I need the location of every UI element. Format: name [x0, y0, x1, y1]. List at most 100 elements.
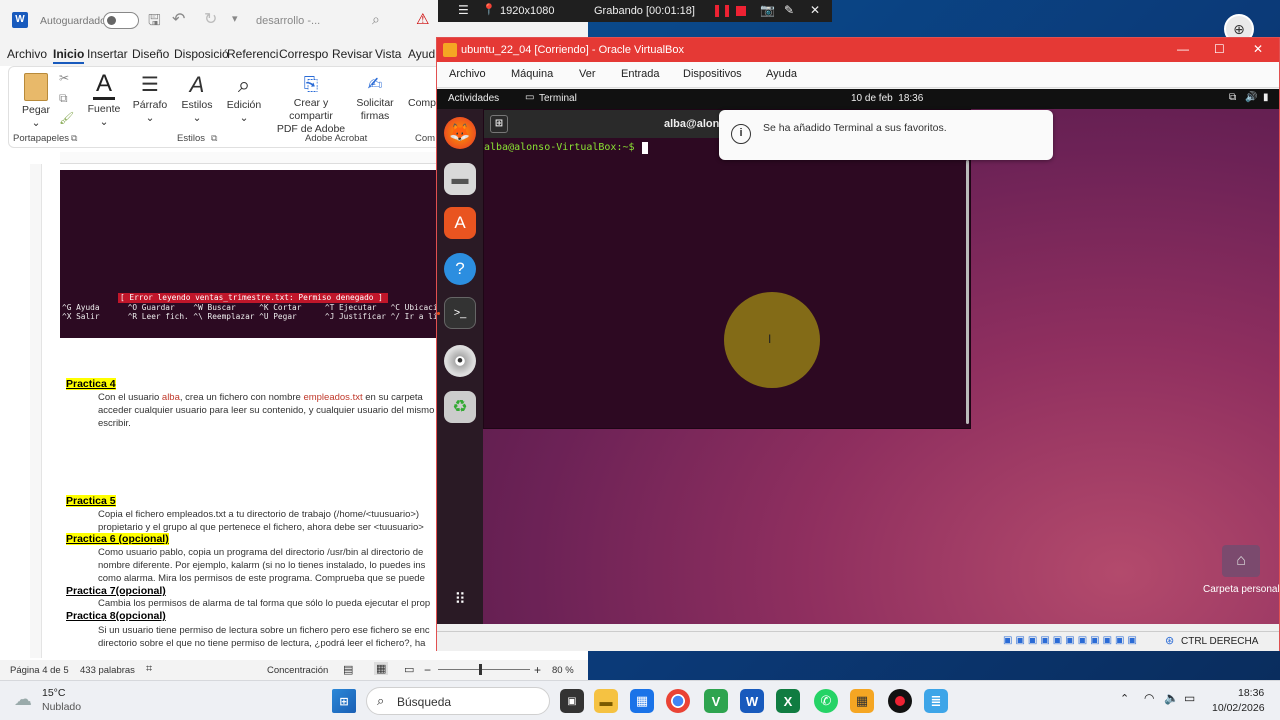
search-icon[interactable]: ⌕: [372, 11, 380, 28]
weather-desc[interactable]: Nublado: [42, 701, 81, 713]
tab-archivo[interactable]: Archivo: [7, 47, 47, 61]
network-icon[interactable]: ⧉: [1229, 92, 1236, 103]
create-pdf-button[interactable]: ⎘ Crear y compartir PDF de Adobe: [271, 71, 351, 136]
zoom-level[interactable]: 80 %: [552, 665, 574, 676]
notepad-taskbar-icon[interactable]: ≣: [924, 689, 948, 713]
close-recorder-icon[interactable]: ✕: [810, 3, 820, 17]
taskbar-search[interactable]: ⌕ Búsqueda: [366, 687, 550, 715]
task-view-icon[interactable]: ▣: [560, 689, 584, 713]
menu-dispositivos[interactable]: Dispositivos: [683, 68, 742, 80]
activities-button[interactable]: Actividades: [448, 93, 499, 104]
start-icon[interactable]: ⊞: [332, 689, 356, 713]
print-layout-icon[interactable]: ▦: [374, 662, 389, 675]
zoom-in-button[interactable]: +: [534, 663, 541, 677]
tab-diseno[interactable]: Diseño: [132, 47, 169, 61]
firefox-icon[interactable]: 🦊: [444, 117, 476, 149]
accessibility-icon[interactable]: ⌗: [146, 663, 152, 676]
terminal-scrollbar[interactable]: [966, 160, 969, 424]
help-icon[interactable]: ?: [444, 253, 476, 285]
menu-maquina[interactable]: Máquina: [511, 68, 553, 80]
vm-display[interactable]: Actividades ▭ Terminal 10 de feb 18:36 ⧉…: [437, 89, 1279, 624]
paragraph-button[interactable]: ☰ Párrafo ⌄: [129, 71, 171, 125]
optical-disc-icon[interactable]: •: [444, 345, 476, 377]
qat-more-icon[interactable]: ▾: [232, 12, 238, 25]
read-mode-icon[interactable]: ▤: [343, 663, 353, 676]
taskbar-date[interactable]: 10/02/2026: [1212, 702, 1265, 714]
font-button[interactable]: A Fuente ⌄: [83, 71, 125, 129]
vertical-ruler[interactable]: [30, 164, 42, 658]
menu-ayuda[interactable]: Ayuda: [766, 68, 797, 80]
weather-icon[interactable]: ☁: [14, 689, 32, 710]
notification-banner[interactable]: i Se ha añadido Terminal a sus favoritos…: [719, 110, 1053, 160]
tab-referencias[interactable]: Referenci: [227, 47, 278, 61]
excel-taskbar-icon[interactable]: X: [776, 689, 800, 713]
software-center-icon[interactable]: A: [444, 207, 476, 239]
minimize-icon[interactable]: —: [1177, 42, 1189, 56]
menu-entrada[interactable]: Entrada: [621, 68, 660, 80]
new-tab-icon[interactable]: ⊞: [490, 115, 508, 133]
maximize-icon[interactable]: ☐: [1214, 42, 1225, 56]
page-count[interactable]: Página 4 de 5: [10, 665, 69, 676]
battery-icon[interactable]: ▮: [1263, 92, 1269, 103]
format-painter-icon[interactable]: 🖌: [59, 111, 74, 125]
pin-icon[interactable]: 📍: [482, 3, 496, 16]
virtualbox-taskbar-icon[interactable]: ▦: [850, 689, 874, 713]
battery-tray-icon[interactable]: ▭: [1184, 691, 1195, 705]
chrome-icon[interactable]: [666, 689, 690, 713]
terminal-icon[interactable]: >_: [444, 297, 476, 329]
tab-inicio[interactable]: Inicio: [53, 47, 85, 64]
undo-icon[interactable]: ↶: [172, 9, 185, 29]
paste-button[interactable]: Pegar ⌄: [19, 73, 53, 130]
recorder-taskbar-icon[interactable]: [888, 689, 912, 713]
menu-icon[interactable]: ☰: [458, 3, 469, 17]
copy-icon[interactable]: ⧉: [59, 91, 68, 106]
editing-button[interactable]: ⌕ Edición ⌄: [223, 71, 265, 125]
pause-icon[interactable]: ❚❚: [712, 3, 732, 17]
save-icon[interactable]: 🖫: [148, 10, 161, 35]
volume-icon[interactable]: 🔊: [1245, 92, 1257, 103]
speaker-icon[interactable]: 🔈: [1164, 691, 1179, 705]
tab-ayuda[interactable]: Ayud: [408, 47, 435, 61]
clipboard-launcher-icon[interactable]: ⧉: [71, 133, 77, 144]
word-taskbar-icon[interactable]: W: [740, 689, 764, 713]
menu-archivo[interactable]: Archivo: [449, 68, 486, 80]
store-icon[interactable]: ▦: [630, 689, 654, 713]
weather-temp[interactable]: 15°C: [42, 687, 65, 699]
tab-insertar[interactable]: Insertar: [87, 47, 128, 61]
terminal-body[interactable]: alba@alonso-VirtualBox:~$: [484, 138, 970, 428]
files-icon[interactable]: ▬: [444, 163, 476, 195]
cut-icon[interactable]: ✂: [59, 71, 69, 85]
tray-chevron-icon[interactable]: ⌃: [1120, 692, 1129, 705]
redo-icon[interactable]: ↻: [204, 9, 217, 29]
wifi-icon[interactable]: ◠: [1144, 691, 1154, 705]
menu-ver[interactable]: Ver: [579, 68, 596, 80]
whatsapp-icon[interactable]: ✆: [814, 689, 838, 713]
warning-icon[interactable]: ⚠: [416, 10, 429, 28]
vbox-device-icons[interactable]: ▣▣▣▣▣▣▣▣▣▣▣: [1003, 635, 1140, 646]
tab-disposicion[interactable]: Disposició: [174, 47, 229, 61]
focus-mode[interactable]: Concentración: [267, 665, 328, 676]
taskbar-time[interactable]: 18:36: [1238, 687, 1264, 699]
request-signatures-button[interactable]: ✍ Solicitar firmas: [353, 71, 397, 123]
stop-icon[interactable]: [736, 6, 746, 16]
pencil-icon[interactable]: ✎: [784, 3, 794, 17]
show-apps-icon[interactable]: ⠿: [444, 583, 476, 615]
close-icon[interactable]: ✕: [1253, 42, 1263, 56]
trash-icon[interactable]: ♻: [444, 391, 476, 423]
document-title[interactable]: desarrollo -...: [256, 15, 320, 27]
web-layout-icon[interactable]: ▭: [404, 663, 414, 676]
active-app-menu[interactable]: Terminal: [539, 93, 577, 104]
styles-button[interactable]: A Estilos ⌄: [177, 71, 217, 125]
tab-correspondencia[interactable]: Correspo: [279, 47, 328, 61]
zoom-slider[interactable]: [438, 664, 530, 675]
tab-revisar[interactable]: Revisar: [332, 47, 373, 61]
clock[interactable]: 10 de feb 18:36: [851, 93, 923, 104]
horizontal-ruler[interactable]: [60, 152, 440, 164]
vscode-icon[interactable]: V: [704, 689, 728, 713]
zoom-out-button[interactable]: −: [424, 663, 431, 677]
camera-icon[interactable]: 📷: [760, 3, 775, 17]
home-folder-desktop-icon[interactable]: ⌂ Carpeta personal: [1203, 545, 1279, 595]
file-explorer-icon[interactable]: ▬: [594, 689, 618, 713]
word-count[interactable]: 433 palabras: [80, 665, 135, 676]
styles-launcher-icon[interactable]: ⧉: [211, 133, 217, 144]
